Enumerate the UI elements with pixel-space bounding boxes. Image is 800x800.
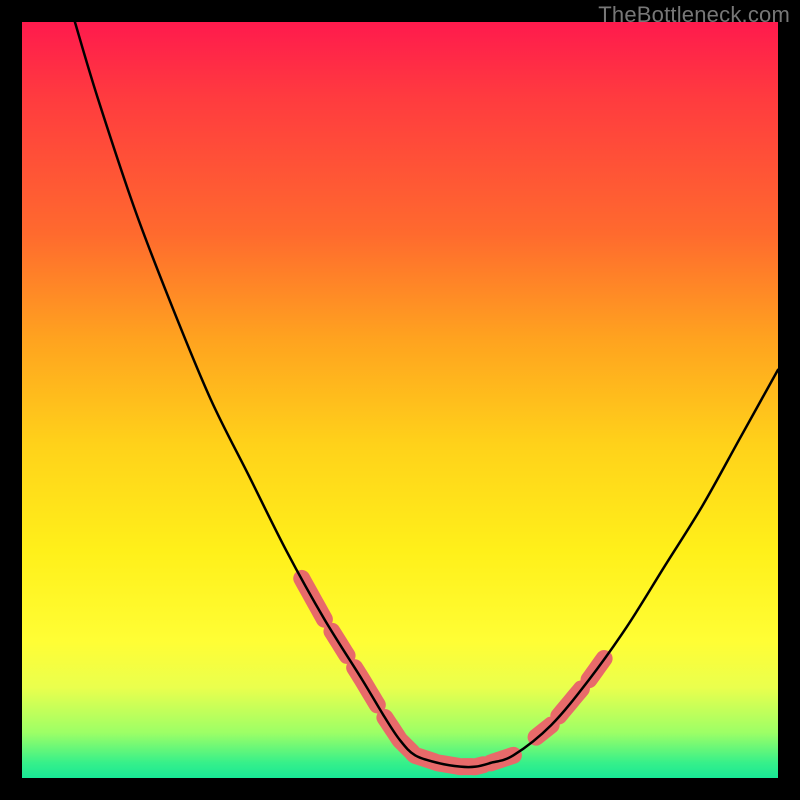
bottleneck-curve	[75, 22, 778, 767]
highlight-segment	[385, 718, 483, 767]
plot-area	[22, 22, 778, 778]
chart-frame: TheBottleneck.com	[0, 0, 800, 800]
chart-svg	[22, 22, 778, 778]
watermark-text: TheBottleneck.com	[598, 2, 790, 28]
highlight-layer	[302, 578, 604, 766]
